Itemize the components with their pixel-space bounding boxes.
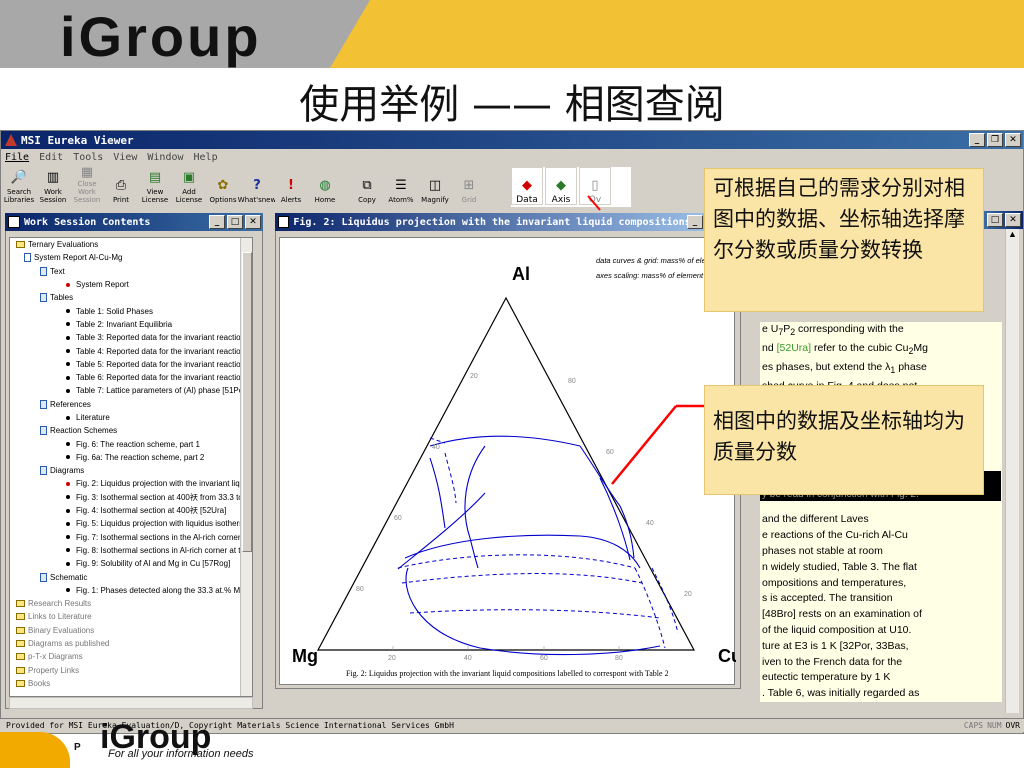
logo-p: P: [74, 742, 81, 753]
logo-shape-icon: [0, 732, 70, 768]
pointer-line-3: [587, 195, 601, 211]
pointer-line-1: [611, 405, 677, 485]
logo-tagline: For all your information needs: [108, 748, 254, 760]
presentation-slide: iGroup 使用举例 —— 相图查阅 MSI Eureka Viewer _ …: [0, 0, 1024, 768]
pointer-lines: [587, 195, 704, 485]
igroup-logo-bottom: P iGroup For all your information needs: [0, 718, 300, 768]
